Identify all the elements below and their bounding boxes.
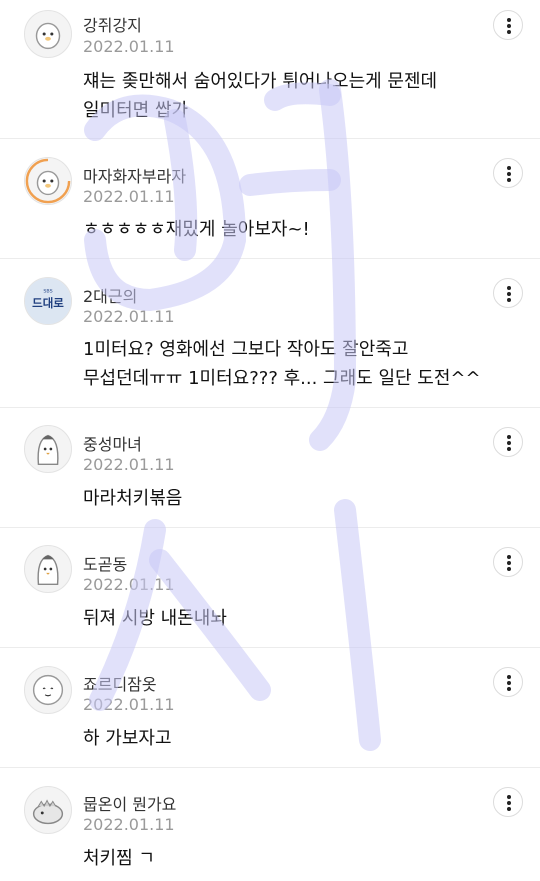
more-options-button[interactable] bbox=[493, 10, 523, 40]
penguin-character-icon bbox=[37, 554, 59, 586]
nickname[interactable]: 죠르디잠옷 bbox=[83, 671, 157, 695]
comment-text: 마라처키볶음 bbox=[83, 488, 183, 509]
comment-date: 2022.01.11 bbox=[83, 815, 175, 834]
avatar[interactable] bbox=[24, 666, 72, 714]
comment-date: 2022.01.11 bbox=[83, 37, 175, 56]
avatar[interactable]: SBS 드대로 bbox=[24, 277, 72, 325]
logo-small-text: SBS bbox=[43, 288, 52, 294]
penguin-character-icon bbox=[37, 434, 59, 466]
avatar[interactable] bbox=[24, 425, 72, 473]
ghost-character-icon bbox=[35, 22, 61, 50]
nickname[interactable]: 도곧동 bbox=[83, 551, 127, 575]
comment-date: 2022.01.11 bbox=[83, 695, 175, 714]
dinosaur-character-icon bbox=[32, 799, 64, 825]
comment-text: 쟤는 좆만해서 숨어있다가 튀어나오는게 문젠데 일미터면 쌉가 bbox=[83, 71, 438, 121]
nickname[interactable]: 뭅온이 뭔가요 bbox=[83, 791, 176, 815]
avatar[interactable] bbox=[24, 157, 72, 205]
comment-text: 1미터요? 영화에선 그보다 작아도 잘안죽고 무섭던데ㅠㅠ 1미터요??? 후… bbox=[83, 339, 481, 389]
more-options-button[interactable] bbox=[493, 427, 523, 457]
avatar[interactable] bbox=[24, 10, 72, 58]
tv-show-logo-icon: SBS 드대로 bbox=[25, 278, 71, 324]
comment-date: 2022.01.11 bbox=[83, 455, 175, 474]
comment-item: 마자화자부라자 2022.01.11 ㅎㅎㅎㅎㅎ재밌게 놀아보자~! bbox=[0, 139, 540, 259]
ghost-character-icon bbox=[25, 158, 71, 204]
comment-date: 2022.01.11 bbox=[83, 307, 175, 326]
more-options-button[interactable] bbox=[493, 547, 523, 577]
comment-item: 강쥐강지 2022.01.11 쟤는 좆만해서 숨어있다가 튀어나오는게 문젠데… bbox=[0, 0, 540, 139]
more-options-button[interactable] bbox=[493, 787, 523, 817]
more-options-button[interactable] bbox=[493, 278, 523, 308]
round-face-character-icon bbox=[32, 674, 64, 706]
comment-item: 중성마녀 2022.01.11 마라처키볶음 bbox=[0, 408, 540, 528]
comment-text: 하 가보자고 bbox=[83, 728, 172, 749]
comment-item: 뭅온이 뭔가요 2022.01.11 처키찜 ㄱ bbox=[0, 768, 540, 881]
comment-item: 죠르디잠옷 2022.01.11 하 가보자고 bbox=[0, 648, 540, 768]
avatar[interactable] bbox=[24, 786, 72, 834]
nickname[interactable]: 중성마녀 bbox=[83, 431, 142, 455]
comment-text: ㅎㅎㅎㅎㅎ재밌게 놀아보자~! bbox=[83, 219, 310, 240]
more-options-button[interactable] bbox=[493, 667, 523, 697]
comment-text: 처키찜 ㄱ bbox=[83, 848, 155, 869]
more-options-button[interactable] bbox=[493, 158, 523, 188]
nickname[interactable]: 마자화자부라자 bbox=[83, 163, 186, 187]
nickname[interactable]: 2대근의 bbox=[83, 283, 137, 307]
avatar[interactable] bbox=[24, 545, 72, 593]
comment-text: 뒤져 시방 내돈내놔 bbox=[83, 608, 227, 629]
nickname[interactable]: 강쥐강지 bbox=[83, 12, 142, 36]
comment-item: SBS 드대로 2대근의 2022.01.11 1미터요? 영화에선 그보다 작… bbox=[0, 259, 540, 408]
comment-item: 도곧동 2022.01.11 뒤져 시방 내돈내놔 bbox=[0, 528, 540, 648]
comment-date: 2022.01.11 bbox=[83, 575, 175, 594]
comment-date: 2022.01.11 bbox=[83, 187, 175, 206]
logo-main-text: 드대로 bbox=[32, 296, 64, 310]
